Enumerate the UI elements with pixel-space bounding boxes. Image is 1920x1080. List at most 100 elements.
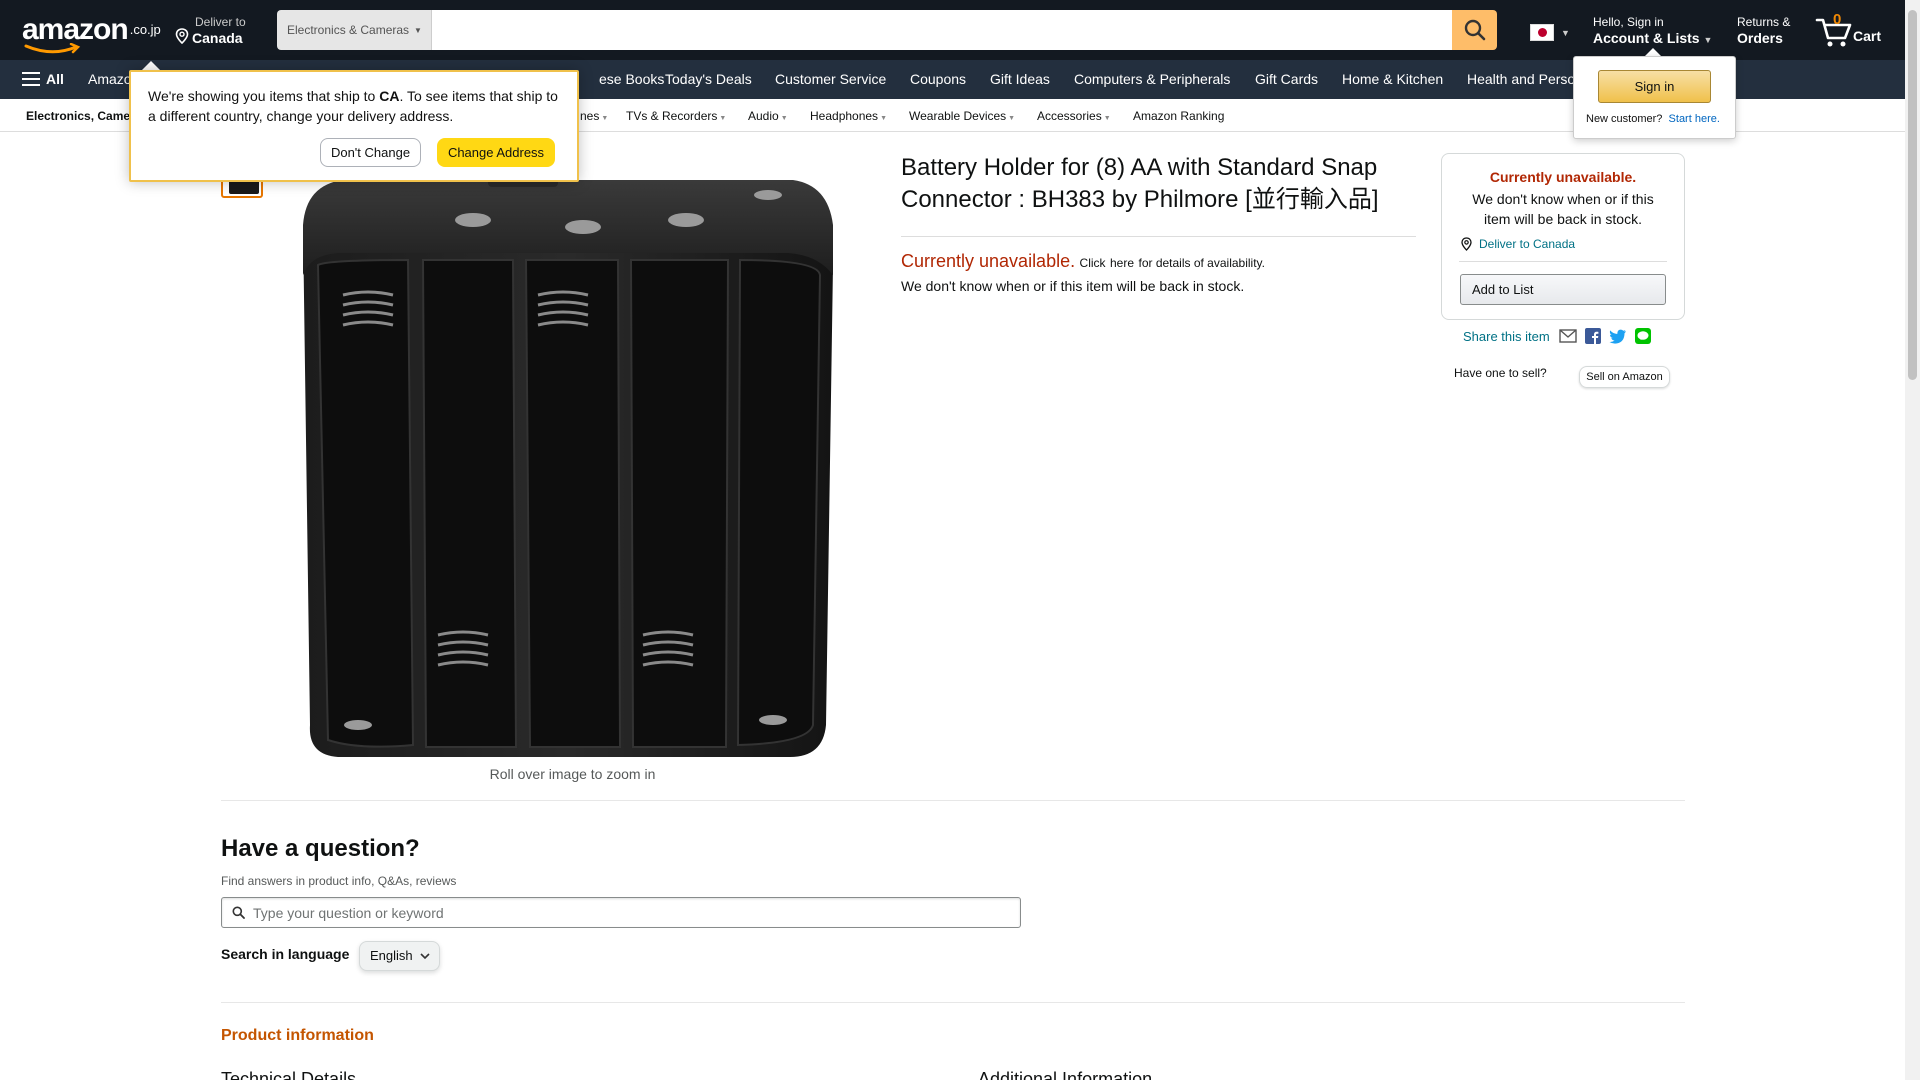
signin-flyout: Sign in New customer? Start here. xyxy=(1573,56,1736,139)
line-icon[interactable] xyxy=(1634,328,1651,344)
cart-label: Cart xyxy=(1853,28,1882,44)
availability-details-link[interactable]: here xyxy=(1110,256,1134,270)
sell-on-amazon-button[interactable]: Sell on Amazon xyxy=(1579,366,1670,388)
search-category-label: Electronics & Cameras xyxy=(287,23,410,37)
nav-item-home-kitchen[interactable]: Home & Kitchen xyxy=(1342,71,1443,87)
divider xyxy=(1459,261,1667,262)
location-pin-icon xyxy=(1461,237,1472,251)
all-menu-button[interactable]: All xyxy=(22,71,64,87)
zoom-hint: Roll over image to zoom in xyxy=(489,766,656,782)
location-pin-icon xyxy=(175,28,189,44)
nav-item-computers[interactable]: Computers & Peripherals xyxy=(1074,71,1230,87)
popover-country: CA xyxy=(379,88,400,104)
search-language-label: Search in language xyxy=(221,946,350,962)
logo-smile-icon xyxy=(24,43,81,54)
orders-label: Orders xyxy=(1737,30,1783,46)
availability-block: Currently unavailable. Click here for de… xyxy=(901,251,1421,294)
nav-item-health[interactable]: Health and Perso xyxy=(1467,71,1575,87)
scrollbar-thumb[interactable] xyxy=(1908,10,1917,380)
subnav-item-wearables[interactable]: Wearable Devices ▼ xyxy=(909,109,1015,123)
dont-change-button[interactable]: Don't Change xyxy=(320,138,421,167)
language-select[interactable]: English xyxy=(359,941,440,971)
question-search-box xyxy=(221,897,1021,928)
subnav-item-audio[interactable]: Audio ▼ xyxy=(748,109,788,123)
buybox-deliver-link[interactable]: Deliver to Canada xyxy=(1460,237,1575,251)
logo-text: amazon xyxy=(22,13,129,46)
cart-count: 0 xyxy=(1833,11,1842,28)
all-label: All xyxy=(46,71,64,87)
divider xyxy=(221,1002,1685,1003)
subnav-title[interactable]: Electronics, Came xyxy=(26,109,130,123)
caret-down-icon: ▼ xyxy=(414,25,422,35)
nav-item-customer-service[interactable]: Customer Service xyxy=(775,71,886,87)
unavailable-text: Currently unavailable. xyxy=(901,251,1076,271)
change-address-button[interactable]: Change Address xyxy=(437,138,555,167)
buybox-unavailable: Currently unavailable. xyxy=(1489,169,1637,185)
additional-information-heading: Additional Information xyxy=(978,1069,1153,1080)
divider xyxy=(901,236,1416,237)
search-input[interactable] xyxy=(432,10,1452,50)
buybox-description: We don't know when or if this item will … xyxy=(1472,191,1654,227)
share-row: Share this item xyxy=(1463,328,1659,344)
search-category-select[interactable]: Electronics & Cameras ▼ xyxy=(277,10,432,50)
question-heading: Have a question? xyxy=(221,835,420,862)
stock-unknown-text: We don't know when or if this item will … xyxy=(901,278,1245,294)
twitter-icon[interactable] xyxy=(1609,329,1627,344)
popover-message: We're showing you items that ship to CA.… xyxy=(148,88,558,124)
click-text: Click xyxy=(1079,256,1106,270)
search-bar: Electronics & Cameras ▼ xyxy=(277,10,1497,50)
cart-button[interactable]: 0 Cart xyxy=(1815,11,1885,48)
nav-item-todays-deals[interactable]: Today's Deals xyxy=(665,71,752,87)
amazon-logo[interactable]: amazon .co.jp xyxy=(22,13,161,54)
ship-to-popover: We're showing you items that ship to CA.… xyxy=(129,70,579,182)
new-customer-text: New customer? Start here. xyxy=(1586,113,1720,125)
subnav-item-accessories[interactable]: Accessories ▼ xyxy=(1037,109,1111,123)
add-to-list-button[interactable]: Add to List xyxy=(1460,274,1666,305)
returns-orders-button[interactable]: Returns & Orders xyxy=(1737,15,1790,46)
subnav-item-headphones[interactable]: Headphones ▼ xyxy=(810,109,887,123)
caret-down-icon: ▼ xyxy=(1561,28,1570,38)
question-subtitle: Find answers in product info, Q&As, revi… xyxy=(221,874,457,888)
buybox-deliver-label: Deliver to Canada xyxy=(1479,237,1576,251)
flyout-arrow xyxy=(1645,48,1661,56)
popover-arrow xyxy=(142,61,160,70)
nav-item-gift-cards[interactable]: Gift Cards xyxy=(1255,71,1318,87)
share-label[interactable]: Share this item xyxy=(1463,329,1550,344)
deliver-to-button[interactable]: Deliver to Canada xyxy=(175,15,246,46)
buy-box: Currently unavailable. We don't know whe… xyxy=(1441,153,1685,320)
language-flag-icon[interactable] xyxy=(1530,24,1554,41)
details-text: for details of availability. xyxy=(1138,256,1265,270)
facebook-icon[interactable] xyxy=(1584,328,1601,344)
signin-button[interactable]: Sign in xyxy=(1598,70,1711,103)
product-title: Battery Holder for (8) AA with Standard … xyxy=(901,154,1379,213)
product-main-image[interactable] xyxy=(298,165,838,765)
deliver-country: Canada xyxy=(192,30,243,46)
account-lists-button[interactable]: Hello, Sign in Account & Lists ▼ xyxy=(1593,15,1712,46)
nav-item-books[interactable]: ese Books xyxy=(599,71,664,87)
nav-item-gift-ideas[interactable]: Gift Ideas xyxy=(990,71,1050,87)
product-information-heading: Product information xyxy=(221,1027,374,1044)
chevron-down-icon xyxy=(420,953,430,960)
search-icon xyxy=(1464,19,1485,41)
returns-label: Returns & xyxy=(1737,15,1791,29)
nav-item-coupons[interactable]: Coupons xyxy=(910,71,966,87)
subnav-item-phones[interactable]: nes ▼ xyxy=(580,109,608,123)
search-button[interactable] xyxy=(1452,10,1497,50)
deliver-label: Deliver to xyxy=(195,15,246,29)
logo-tld: .co.jp xyxy=(129,22,161,37)
account-greeting: Hello, Sign in xyxy=(1593,15,1664,29)
hamburger-icon xyxy=(22,72,40,86)
top-nav-bar: amazon .co.jp Deliver to Canada Electron… xyxy=(0,0,1920,60)
page-scrollbar[interactable] xyxy=(1905,0,1920,1080)
divider xyxy=(221,800,1685,801)
search-icon xyxy=(232,906,245,919)
start-here-link[interactable]: Start here. xyxy=(1669,113,1720,125)
question-search-input[interactable] xyxy=(253,904,953,921)
have-one-to-sell: Have one to sell? xyxy=(1454,366,1547,380)
technical-details-heading: Technical Details xyxy=(221,1069,357,1080)
email-icon[interactable] xyxy=(1559,329,1577,343)
language-select-value: English xyxy=(370,948,413,963)
account-label: Account & Lists ▼ xyxy=(1593,30,1713,46)
subnav-item-tvs[interactable]: TVs & Recorders ▼ xyxy=(626,109,726,123)
subnav-item-ranking[interactable]: Amazon Ranking xyxy=(1133,109,1224,123)
